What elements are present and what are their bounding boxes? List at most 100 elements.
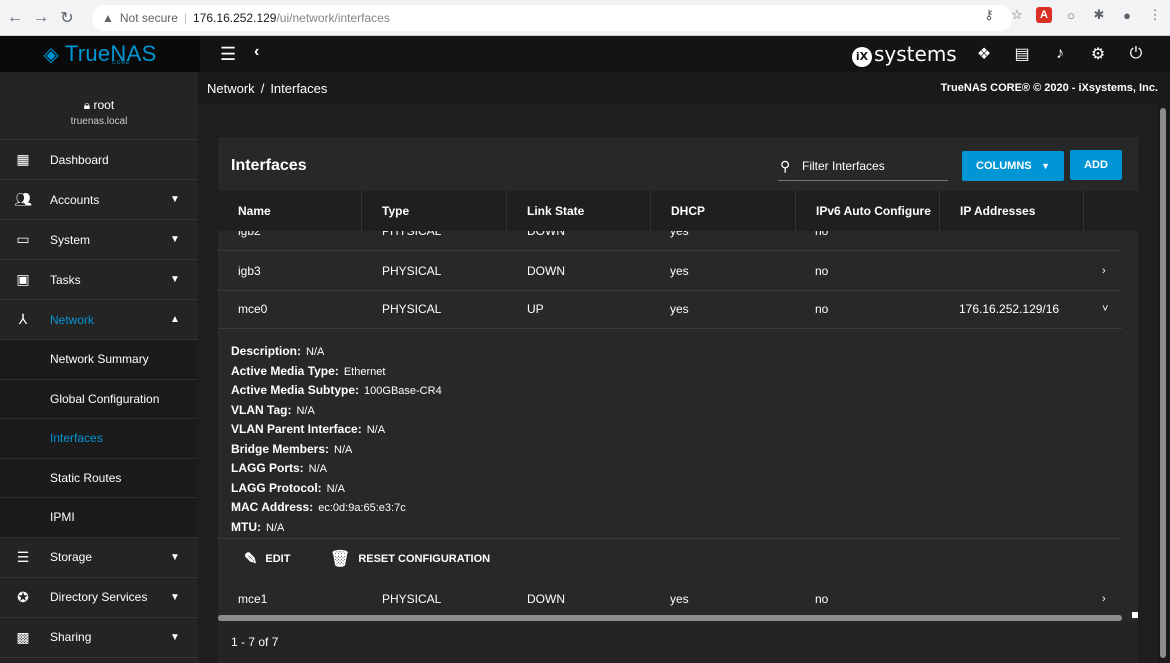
cell-name: mce1 <box>238 592 268 606</box>
sidebar-subitem-global-configuration[interactable]: Global Configuration <box>0 379 198 419</box>
column-header-name[interactable]: Name <box>218 191 362 231</box>
scrollbar-corner <box>1132 612 1138 618</box>
sidebar-item-sharing[interactable]: ▩ Sharing ▼ <box>0 618 198 658</box>
truenas-logo[interactable]: ◈ TrueNAS CORE <box>0 36 200 72</box>
detail-line: LAGG Protocol: N/A <box>231 481 1122 501</box>
sidebar-item-accounts[interactable]: 👥︎ Accounts ▼ <box>0 180 198 220</box>
browser-back-icon[interactable]: ← <box>4 7 26 29</box>
pdf-extension-icon[interactable]: A <box>1036 7 1052 23</box>
page-scrollbar[interactable] <box>1158 104 1170 663</box>
detail-label: VLAN Parent Interface: <box>231 422 362 436</box>
sidebar-item-storage[interactable]: ☰ Storage ▼ <box>0 538 198 578</box>
storage-icon: ☰ <box>16 548 30 565</box>
page-scrollbar-thumb[interactable] <box>1160 108 1166 658</box>
warning-icon: ▲ <box>102 11 114 25</box>
chevron-left-icon[interactable]: ‹ <box>254 43 259 61</box>
hamburger-menu-icon[interactable]: ☰ <box>220 44 236 65</box>
detail-value: N/A <box>326 482 346 495</box>
detail-label: LAGG Protocol: <box>231 480 322 495</box>
reset-configuration-label: RESET CONFIGURATION <box>358 553 491 565</box>
row-actions: ✎ EDIT 🗑︎ RESET CONFIGURATION <box>218 539 1122 579</box>
columns-button[interactable]: COLUMNS ▼ <box>962 151 1064 181</box>
detail-value: N/A <box>306 346 325 358</box>
column-header-link-state[interactable]: Link State <box>507 191 651 231</box>
key-icon[interactable]: ⚷ <box>980 6 998 24</box>
column-header-dhcp[interactable]: DHCP <box>651 191 796 231</box>
star-icon[interactable]: ☆ <box>1008 6 1026 24</box>
sidebar-item-label: Directory Services <box>50 590 148 604</box>
profile-icon[interactable]: ● <box>1118 6 1136 24</box>
caret-down-icon: ▼ <box>170 591 180 603</box>
caret-down-icon: ▼ <box>1041 161 1050 171</box>
sidebar-item-tasks[interactable]: ▣ Tasks ▼ <box>0 260 198 300</box>
sidebar-item-system[interactable]: ▭ System ▼ <box>0 220 198 260</box>
table-row[interactable]: igb3 PHYSICAL DOWN yes no › <box>218 251 1122 291</box>
browser-forward-icon[interactable]: → <box>30 7 52 29</box>
sidebar-subitem-network-summary[interactable]: Network Summary <box>0 340 198 380</box>
sidebar-item-network[interactable]: ⅄ Network ▲ <box>0 300 198 340</box>
edit-button[interactable]: ✎ EDIT <box>244 539 290 579</box>
gear-icon[interactable]: ⚙ <box>1088 44 1108 64</box>
sidebar: 🔒︎ root truenas.local ▦ Dashboard 👥︎ Acc… <box>0 72 198 663</box>
filter-input[interactable] <box>802 159 946 173</box>
column-header-ipv6[interactable]: IPv6 Auto Configure <box>796 191 940 231</box>
column-header-type[interactable]: Type <box>362 191 507 231</box>
caret-down-icon: ▼ <box>170 274 180 285</box>
column-header-ip-addresses[interactable]: IP Addresses <box>940 191 1084 231</box>
logo-sub: CORE <box>112 60 131 66</box>
cell-link-state: DOWN <box>527 592 565 606</box>
network-icon: ⅄ <box>18 311 28 327</box>
search-icon: ⚲ <box>780 158 791 174</box>
logo-text: TrueNAS <box>64 41 157 66</box>
breadcrumb-separator: / <box>260 81 265 96</box>
add-button[interactable]: ADD <box>1070 150 1122 180</box>
table-row[interactable]: mce1 PHYSICAL DOWN yes no › <box>218 579 1122 615</box>
sidebar-subitem-interfaces[interactable]: Interfaces <box>0 419 198 459</box>
reset-configuration-button[interactable]: 🗑︎ RESET CONFIGURATION <box>330 539 490 579</box>
caret-down-icon: ▼ <box>170 234 180 245</box>
caret-down-icon: ▼ <box>170 631 180 643</box>
power-icon[interactable]: ⏻ <box>1126 44 1146 64</box>
sidebar-item-label: Tasks <box>50 272 81 287</box>
table-row[interactable]: igb2 PHYSICAL DOWN yes no <box>218 231 1122 251</box>
truecommand-icon[interactable]: ❖ <box>974 44 994 64</box>
tasks-icon: ▣ <box>16 271 30 287</box>
table-header: Name Type Link State DHCP IPv6 Auto Conf… <box>218 191 1138 231</box>
sidebar-item-label: Dashboard <box>50 152 109 167</box>
detail-line: Bridge Members: N/A <box>231 442 1122 462</box>
table-row-expanded[interactable]: mce0 PHYSICAL UP yes no 176.16.252.129/1… <box>218 289 1122 329</box>
card-title: Interfaces <box>231 157 307 174</box>
detail-label: Description: <box>231 344 302 358</box>
detail-line: VLAN Parent Interface: N/A <box>231 422 1122 442</box>
url-host: 176.16.252.129 <box>193 11 277 25</box>
user-box: 🔒︎ root truenas.local <box>0 72 198 140</box>
chevron-down-icon[interactable]: ˅ <box>1102 289 1108 329</box>
detail-label: Active Media Subtype: <box>231 383 360 397</box>
chevron-right-icon[interactable]: › <box>1102 251 1106 291</box>
cell-link-state: DOWN <box>527 264 565 278</box>
detail-label: LAGG Ports: <box>231 461 304 475</box>
sidebar-subitem-ipmi[interactable]: IPMI <box>0 498 198 538</box>
sidebar-item-directory-services[interactable]: ✪ Directory Services ▼ <box>0 578 198 618</box>
sidebar-item-label: Network <box>50 312 95 327</box>
cell-type: PHYSICAL <box>382 231 442 238</box>
kebab-menu-icon[interactable]: ⋮ <box>1146 6 1164 24</box>
detail-line: VLAN Tag: N/A <box>231 403 1122 423</box>
table-body: igb2 PHYSICAL DOWN yes no igb3 PHYSICAL … <box>218 231 1138 615</box>
detail-value: N/A <box>296 404 315 417</box>
address-bar[interactable]: ▲ Not secure | 176.16.252.129/ui/network… <box>92 5 1012 31</box>
clipboard-icon[interactable]: ▤ <box>1012 44 1032 64</box>
chevron-right-icon[interactable]: › <box>1102 579 1106 615</box>
sidebar-item-dashboard[interactable]: ▦ Dashboard <box>0 140 198 180</box>
detail-value: Ethernet <box>343 365 386 378</box>
breadcrumb-parent[interactable]: Network <box>207 81 255 96</box>
browser-reload-icon[interactable]: ↻ <box>56 7 78 29</box>
filter-field[interactable]: ⚲ <box>778 155 948 181</box>
puzzle-icon[interactable]: ✱ <box>1090 6 1108 24</box>
breadcrumb-current: Interfaces <box>270 81 328 96</box>
sidebar-subitem-static-routes[interactable]: Static Routes <box>0 458 198 498</box>
system-icon: ▭ <box>16 231 30 247</box>
circle-extension-icon[interactable]: ○ <box>1062 6 1080 24</box>
main-content: Network / Interfaces TrueNAS CORE® © 2020 … <box>198 72 1170 663</box>
bell-icon[interactable]: ♪ <box>1050 44 1070 64</box>
